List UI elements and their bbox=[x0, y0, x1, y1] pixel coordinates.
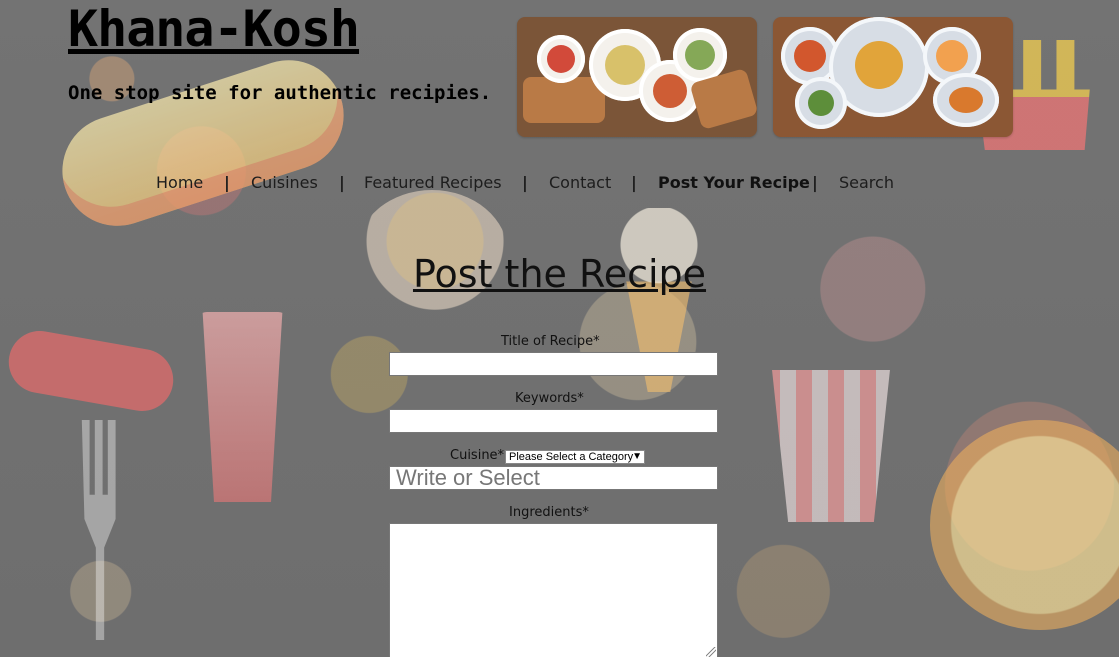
page: Khana-Kosh One stop site for authentic r… bbox=[0, 0, 1119, 657]
nav-separator: | bbox=[631, 173, 637, 192]
food-image-part bbox=[949, 87, 983, 113]
site-tagline: One stop site for authentic recipies. bbox=[68, 82, 492, 104]
title-of-recipe-label: Title of Recipe* bbox=[501, 334, 600, 349]
form-heading: Post the Recipe bbox=[412, 252, 707, 296]
cuisine-category-select[interactable]: Please Select a Category ▼ bbox=[505, 450, 645, 464]
nav-home[interactable]: Home bbox=[156, 172, 203, 194]
cuisine-category-value: Please Select a Category bbox=[509, 451, 634, 463]
nav-featured-recipes[interactable]: Featured Recipes bbox=[364, 172, 502, 194]
nav-search[interactable]: Search bbox=[839, 172, 894, 194]
food-photo-left bbox=[517, 17, 757, 137]
bread-board-image-part bbox=[523, 77, 605, 123]
nav-contact[interactable]: Contact bbox=[549, 172, 611, 194]
nav-separator: | bbox=[522, 173, 528, 192]
nav-cuisines[interactable]: Cuisines bbox=[251, 172, 318, 194]
resize-handle-icon[interactable] bbox=[706, 647, 716, 657]
main-navigation: Home | Cuisines | Featured Recipes | Con… bbox=[0, 172, 1119, 196]
nav-separator: | bbox=[812, 173, 818, 192]
food-photo-right bbox=[773, 17, 1013, 137]
site-title: Khana-Kosh bbox=[68, 0, 360, 58]
nav-post-your-recipe[interactable]: Post Your Recipe bbox=[658, 172, 810, 194]
keywords-input[interactable] bbox=[389, 409, 718, 433]
food-image-part bbox=[653, 74, 687, 108]
food-image-part bbox=[855, 41, 903, 89]
food-image-part bbox=[808, 90, 834, 116]
title-of-recipe-input[interactable] bbox=[389, 352, 718, 376]
food-image-part bbox=[685, 40, 715, 70]
keywords-label: Keywords* bbox=[515, 391, 584, 406]
ingredients-label: Ingredients* bbox=[509, 505, 589, 520]
food-image-part bbox=[794, 40, 826, 72]
cuisine-input[interactable] bbox=[389, 466, 718, 490]
nav-separator: | bbox=[224, 173, 230, 192]
site-header: Khana-Kosh One stop site for authentic r… bbox=[68, 0, 1018, 140]
food-image-part bbox=[936, 40, 968, 72]
food-image-part bbox=[605, 45, 645, 85]
cuisine-label: Cuisine* bbox=[450, 448, 505, 463]
food-image-part bbox=[547, 45, 575, 73]
chevron-down-icon: ▼ bbox=[632, 451, 642, 462]
nav-separator: | bbox=[339, 173, 345, 192]
ingredients-textarea[interactable] bbox=[389, 523, 718, 657]
